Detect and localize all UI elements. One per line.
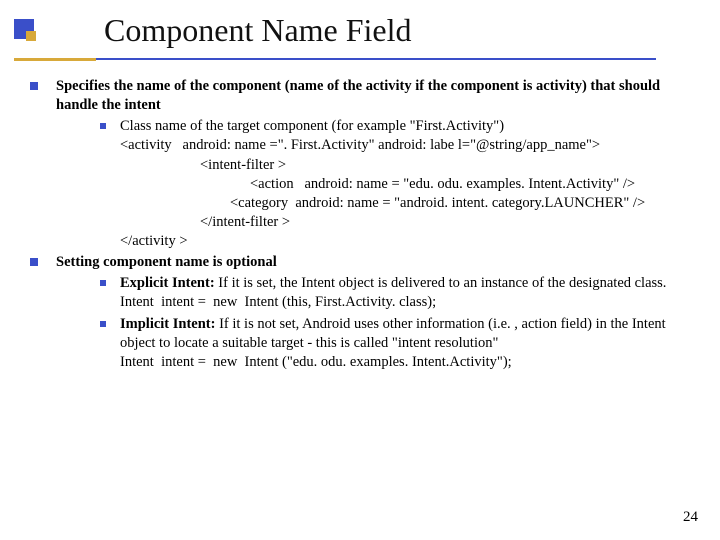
bullet-text: Specifies the name of the component (nam… <box>56 78 660 113</box>
square-bullet-icon <box>30 258 38 266</box>
code-line: Intent intent = new Intent (this, First.… <box>120 293 692 312</box>
underline-main <box>96 58 656 60</box>
bullet-level1: Specifies the name of the component (nam… <box>30 77 692 251</box>
sub-bullet-label: Explicit Intent: <box>120 275 215 291</box>
page-number: 24 <box>683 509 698 526</box>
square-bullet-icon <box>100 123 106 129</box>
code-line: <category android: name = "android. inte… <box>120 194 692 213</box>
sub-bullet-label: Implicit Intent: <box>120 316 215 332</box>
sub-bullet-text: Class name of the target component (for … <box>120 118 504 134</box>
slide-title: Component Name Field <box>42 12 412 49</box>
code-line: <activity android: name =". First.Activi… <box>120 136 692 155</box>
sub-bullet-text: If it is set, the Intent object is deliv… <box>215 275 667 291</box>
title-bar: Component Name Field <box>0 0 720 51</box>
bullet-text: Setting component name is optional <box>56 254 277 270</box>
bullet-level1: Setting component name is optional Expli… <box>30 253 692 372</box>
square-bullet-icon <box>100 280 106 286</box>
bullet-level2: Implicit Intent: If it is not set, Andro… <box>56 315 692 372</box>
square-bullet-icon <box>30 82 38 90</box>
underline-accent <box>14 58 96 61</box>
bullet-level2: Class name of the target component (for … <box>56 117 692 251</box>
square-bullet-icon <box>100 321 106 327</box>
slide-body: Specifies the name of the component (nam… <box>0 51 720 372</box>
code-line: <intent-filter > <box>120 156 692 175</box>
code-line: </intent-filter > <box>120 213 692 232</box>
code-line: Intent intent = new Intent ("edu. odu. e… <box>120 353 692 372</box>
accent-icon <box>14 19 34 39</box>
bullet-level2: Explicit Intent: If it is set, the Inten… <box>56 274 692 312</box>
code-line: </activity > <box>120 232 692 251</box>
code-line: <action android: name = "edu. odu. examp… <box>120 175 692 194</box>
